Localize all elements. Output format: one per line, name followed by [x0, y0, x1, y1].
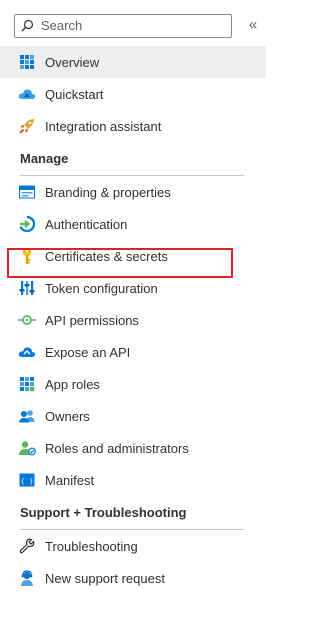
rocket-icon: [18, 117, 36, 135]
nav-item-label: Roles and administrators: [45, 440, 189, 456]
search-input[interactable]: [41, 17, 221, 34]
nav-item-label: API permissions: [45, 312, 139, 328]
search-row: «: [14, 14, 260, 38]
manifest-icon: { }: [18, 471, 36, 489]
authentication-icon: [18, 215, 36, 233]
nav-item-label: Expose an API: [45, 344, 131, 360]
overview-grid-icon: [18, 53, 36, 71]
resource-menu: Overview Quickstart Integration assistan…: [0, 46, 266, 594]
nav-item-label: App roles: [45, 376, 100, 392]
nav-item-expose-an-api[interactable]: Expose an API: [0, 336, 266, 368]
section-header-support-troubleshooting: Support + Troubleshooting: [20, 496, 244, 530]
wrench-icon: [18, 537, 36, 555]
nav-item-authentication[interactable]: Authentication: [0, 208, 266, 240]
search-icon: [21, 19, 34, 37]
nav-item-token-configuration[interactable]: Token configuration: [0, 272, 266, 304]
key-icon: [18, 247, 36, 265]
nav-item-app-roles[interactable]: App roles: [0, 368, 266, 400]
token-config-icon: [18, 279, 36, 297]
api-permissions-icon: [18, 311, 36, 329]
search-box[interactable]: [14, 14, 232, 38]
collapse-menu-button[interactable]: «: [244, 15, 262, 35]
nav-item-label: Branding & properties: [45, 184, 171, 200]
section-title: Manage: [20, 151, 69, 166]
roles-admins-icon: [18, 439, 36, 457]
nav-item-label: Owners: [45, 408, 90, 424]
section-title: Support + Troubleshooting: [20, 505, 187, 520]
nav-item-quickstart[interactable]: Quickstart: [0, 78, 266, 110]
nav-item-label: Quickstart: [45, 86, 104, 102]
expose-api-cloud-icon: [18, 343, 36, 361]
nav-item-label: Overview: [45, 54, 100, 70]
quickstart-cloud-icon: [18, 85, 36, 103]
nav-item-owners[interactable]: Owners: [0, 400, 266, 432]
nav-item-label: Token configuration: [45, 280, 158, 296]
nav-item-label: Troubleshooting: [45, 538, 138, 554]
nav-item-label: Authentication: [45, 216, 128, 232]
nav-item-new-support-request[interactable]: New support request: [0, 562, 266, 594]
app-roles-icon: [18, 375, 36, 393]
nav-item-label: New support request: [45, 570, 165, 586]
nav-item-troubleshooting[interactable]: Troubleshooting: [0, 530, 266, 562]
nav-item-certificates-secrets[interactable]: Certificates & secrets: [0, 240, 266, 272]
support-person-icon: [18, 569, 36, 587]
svg-text:{ }: { }: [21, 478, 34, 486]
nav-item-roles-and-administrators[interactable]: Roles and administrators: [0, 432, 266, 464]
section-header-manage: Manage: [20, 142, 244, 176]
nav-item-integration-assistant[interactable]: Integration assistant: [0, 110, 266, 142]
nav-item-label: Certificates & secrets: [45, 248, 168, 264]
owners-icon: [18, 407, 36, 425]
nav-item-overview[interactable]: Overview: [0, 46, 266, 78]
branding-icon: [18, 183, 36, 201]
nav-item-label: Manifest: [45, 472, 95, 488]
nav-item-label: Integration assistant: [45, 118, 162, 134]
nav-item-api-permissions[interactable]: API permissions: [0, 304, 266, 336]
nav-item-branding-properties[interactable]: Branding & properties: [0, 176, 266, 208]
nav-item-manifest[interactable]: { } Manifest: [0, 464, 266, 496]
